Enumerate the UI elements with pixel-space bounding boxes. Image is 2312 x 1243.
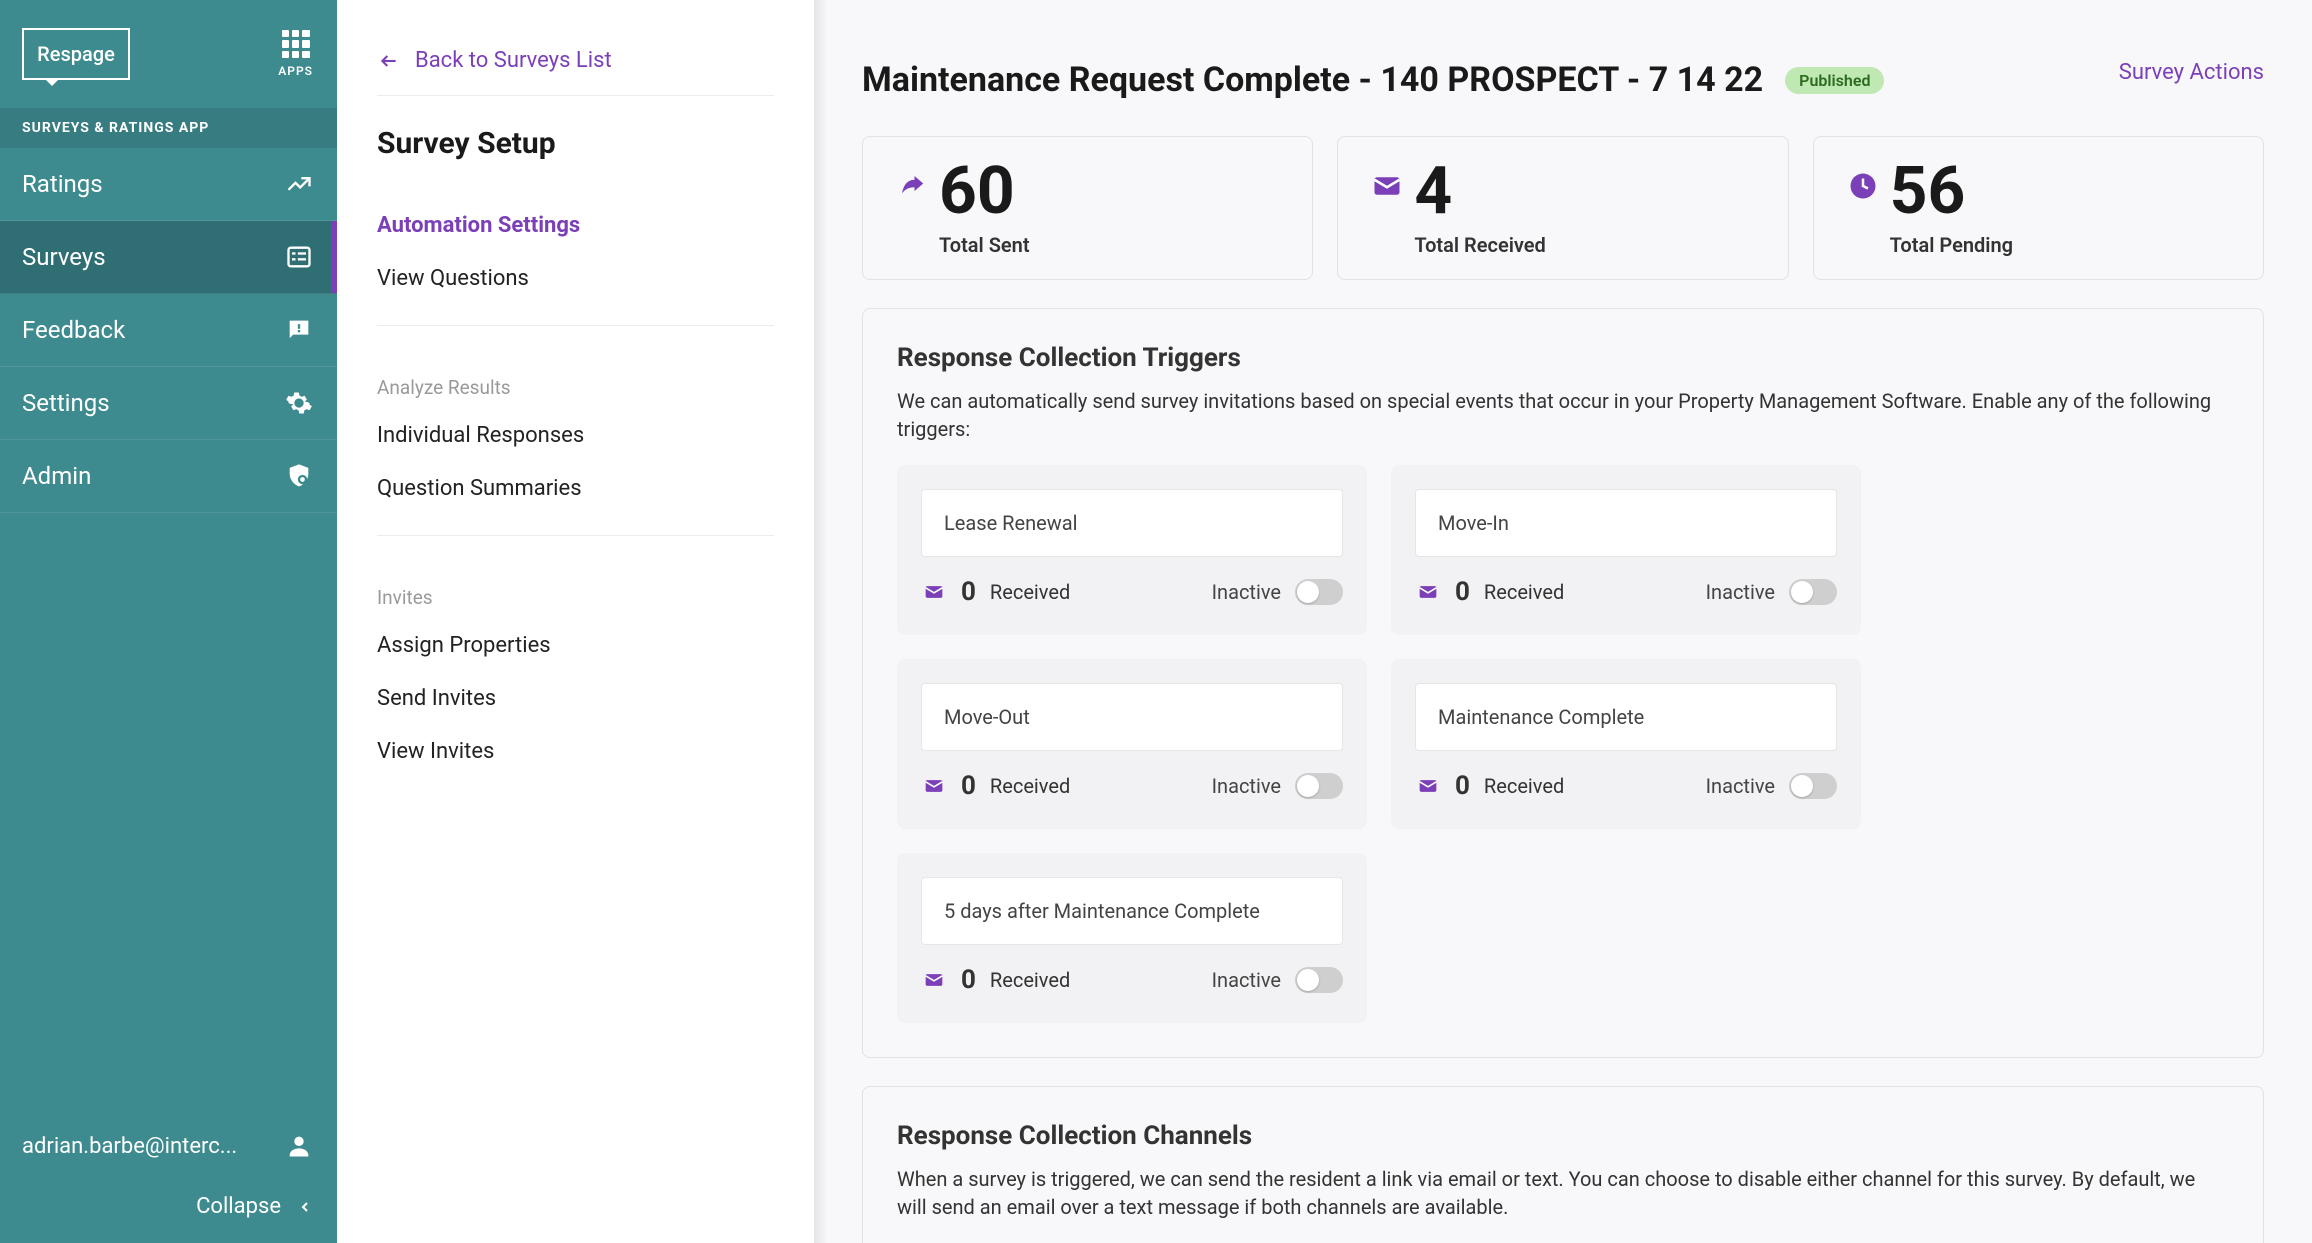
nav-admin[interactable]: Admin bbox=[0, 440, 337, 513]
stat-sent-label: Total Sent bbox=[939, 233, 1278, 257]
list-icon bbox=[285, 243, 313, 271]
mail-icon bbox=[921, 970, 947, 990]
clock-icon bbox=[1848, 171, 1878, 201]
trigger-status: Inactive bbox=[1212, 580, 1281, 604]
back-link-label: Back to Surveys List bbox=[415, 48, 612, 73]
chevron-left-icon bbox=[297, 1195, 313, 1219]
trigger-status: Inactive bbox=[1706, 580, 1775, 604]
brand-logo[interactable]: Respage bbox=[22, 28, 130, 80]
stat-total-sent: 60 Total Sent bbox=[862, 136, 1313, 280]
page-title: Maintenance Request Complete - 140 PROSP… bbox=[862, 60, 1763, 100]
nav-surveys[interactable]: Surveys bbox=[0, 221, 337, 294]
setup-assign-properties[interactable]: Assign Properties bbox=[377, 619, 774, 672]
triggers-desc: We can automatically send survey invitat… bbox=[897, 387, 2229, 443]
setup-send-invites[interactable]: Send Invites bbox=[377, 672, 774, 725]
status-badge: Published bbox=[1785, 67, 1884, 94]
trigger-card: 5 days after Maintenance Complete 0 Rece… bbox=[897, 853, 1367, 1023]
apps-label: APPS bbox=[278, 64, 313, 78]
trigger-toggle[interactable] bbox=[1295, 967, 1343, 993]
stat-received-label: Total Received bbox=[1414, 233, 1753, 257]
nav-feedback[interactable]: Feedback bbox=[0, 294, 337, 367]
trigger-card: Move-In 0 Received Inactive bbox=[1391, 465, 1861, 635]
stat-total-pending: 56 Total Pending bbox=[1813, 136, 2264, 280]
channels-section: Response Collection Channels When a surv… bbox=[862, 1086, 2264, 1243]
user-icon bbox=[285, 1132, 313, 1160]
channels-desc: When a survey is triggered, we can send … bbox=[897, 1165, 2229, 1221]
panel-title: Survey Setup bbox=[377, 126, 774, 161]
mail-icon bbox=[921, 776, 947, 796]
trigger-card: Lease Renewal 0 Received Inactive bbox=[897, 465, 1367, 635]
setup-individual-responses[interactable]: Individual Responses bbox=[377, 409, 774, 462]
triggers-section: Response Collection Triggers We can auto… bbox=[862, 308, 2264, 1058]
gear-icon bbox=[285, 389, 313, 417]
setup-view-questions[interactable]: View Questions bbox=[377, 252, 774, 305]
mail-icon bbox=[1415, 776, 1441, 796]
trigger-received-label: Received bbox=[990, 774, 1070, 798]
channels-heading: Response Collection Channels bbox=[897, 1121, 2229, 1151]
trigger-count: 0 bbox=[961, 577, 976, 607]
trigger-count: 0 bbox=[1455, 771, 1470, 801]
stat-pending-value: 56 bbox=[1890, 159, 1966, 225]
mail-icon bbox=[1372, 171, 1402, 201]
trigger-title: Move-Out bbox=[921, 683, 1343, 751]
nav-surveys-label: Surveys bbox=[22, 243, 106, 271]
trigger-card: Move-Out 0 Received Inactive bbox=[897, 659, 1367, 829]
trigger-status: Inactive bbox=[1212, 968, 1281, 992]
setup-automation[interactable]: Automation Settings bbox=[377, 199, 774, 252]
invites-heading: Invites bbox=[377, 566, 774, 619]
user-row[interactable]: adrian.barbe@interc... bbox=[0, 1112, 337, 1180]
collapse-label: Collapse bbox=[196, 1194, 281, 1219]
nav-settings[interactable]: Settings bbox=[0, 367, 337, 440]
stat-sent-value: 60 bbox=[939, 159, 1015, 225]
main-content: Maintenance Request Complete - 140 PROSP… bbox=[814, 0, 2312, 1243]
triggers-heading: Response Collection Triggers bbox=[897, 343, 2229, 373]
analyze-heading: Analyze Results bbox=[377, 356, 774, 409]
share-icon bbox=[897, 171, 927, 201]
setup-panel: Back to Surveys List Survey Setup Automa… bbox=[337, 0, 814, 1243]
trigger-count: 0 bbox=[1455, 577, 1470, 607]
shield-gear-icon bbox=[285, 462, 313, 490]
trigger-title: Move-In bbox=[1415, 489, 1837, 557]
stat-received-value: 4 bbox=[1414, 159, 1452, 225]
trigger-title: Maintenance Complete bbox=[1415, 683, 1837, 751]
trigger-status: Inactive bbox=[1706, 774, 1775, 798]
trigger-received-label: Received bbox=[990, 968, 1070, 992]
trigger-toggle[interactable] bbox=[1295, 579, 1343, 605]
trigger-card: Maintenance Complete 0 Received Inactive bbox=[1391, 659, 1861, 829]
nav-admin-label: Admin bbox=[22, 462, 91, 490]
trigger-received-label: Received bbox=[1484, 580, 1564, 604]
apps-icon bbox=[282, 30, 310, 58]
trigger-title: 5 days after Maintenance Complete bbox=[921, 877, 1343, 945]
trigger-toggle[interactable] bbox=[1789, 579, 1837, 605]
chat-alert-icon bbox=[285, 316, 313, 344]
trigger-count: 0 bbox=[961, 771, 976, 801]
trending-up-icon bbox=[285, 170, 313, 198]
nav-ratings-label: Ratings bbox=[22, 170, 103, 198]
arrow-left-icon bbox=[377, 51, 401, 71]
apps-button[interactable]: APPS bbox=[278, 30, 313, 78]
stat-total-received: 4 Total Received bbox=[1337, 136, 1788, 280]
nav-settings-label: Settings bbox=[22, 389, 110, 417]
trigger-received-label: Received bbox=[1484, 774, 1564, 798]
setup-question-summaries[interactable]: Question Summaries bbox=[377, 462, 774, 515]
mail-icon bbox=[921, 582, 947, 602]
trigger-received-label: Received bbox=[990, 580, 1070, 604]
back-link[interactable]: Back to Surveys List bbox=[377, 48, 774, 73]
nav-ratings[interactable]: Ratings bbox=[0, 148, 337, 221]
stat-pending-label: Total Pending bbox=[1890, 233, 2229, 257]
sidebar: Respage APPS SURVEYS & RATINGS APP Ratin… bbox=[0, 0, 337, 1243]
trigger-toggle[interactable] bbox=[1295, 773, 1343, 799]
collapse-button[interactable]: Collapse bbox=[0, 1180, 337, 1243]
section-label: SURVEYS & RATINGS APP bbox=[0, 108, 337, 148]
nav-feedback-label: Feedback bbox=[22, 316, 125, 344]
setup-view-invites[interactable]: View Invites bbox=[377, 725, 774, 778]
trigger-status: Inactive bbox=[1212, 774, 1281, 798]
mail-icon bbox=[1415, 582, 1441, 602]
trigger-title: Lease Renewal bbox=[921, 489, 1343, 557]
trigger-count: 0 bbox=[961, 965, 976, 995]
user-email: adrian.barbe@interc... bbox=[22, 1134, 237, 1159]
trigger-toggle[interactable] bbox=[1789, 773, 1837, 799]
survey-actions-button[interactable]: Survey Actions bbox=[2119, 60, 2264, 85]
